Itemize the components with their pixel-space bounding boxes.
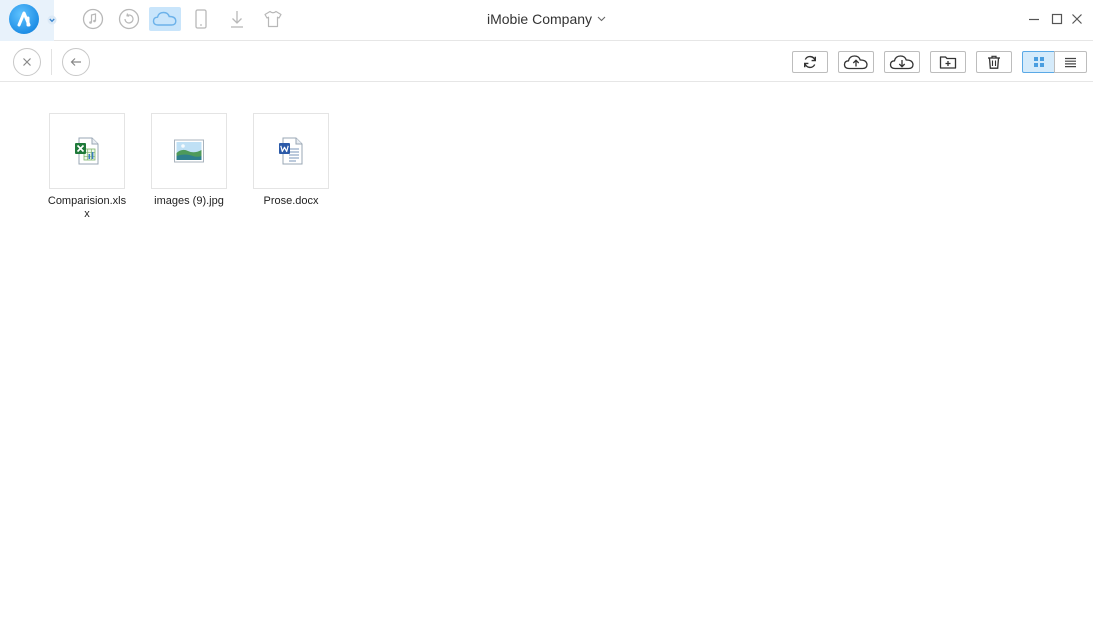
arrow-left-icon [70,58,81,66]
file-name: Comparision.xlsx [47,195,127,220]
close-icon [1072,14,1082,24]
anytrans-logo-icon[interactable] [9,4,39,34]
file-thumbnail[interactable] [253,113,329,189]
file-thumbnail[interactable] [49,113,125,189]
cloud-download-icon [889,55,914,70]
trash-icon [988,55,1000,69]
new-folder-icon [939,56,957,69]
back-button[interactable] [62,48,90,76]
upload-to-cloud-button[interactable] [838,51,874,73]
refresh-icon [804,55,816,69]
cloud-upload-icon [843,55,868,70]
grid-view-button[interactable] [1022,51,1055,73]
file-item[interactable]: Comparision.xlsx [47,113,127,221]
toolbar-divider [51,49,52,75]
word-file-icon [279,137,303,165]
delete-button[interactable] [976,51,1012,73]
new-folder-button[interactable] [930,51,966,73]
file-browser: Comparision.xlsx images (9).jpg Prose.do [0,82,1093,623]
file-item[interactable]: images (9).jpg [149,113,229,208]
restore-icon[interactable] [113,7,145,31]
file-thumbnail[interactable] [151,113,227,189]
app-logo-area[interactable] [0,0,57,41]
chevron-down-icon [597,16,606,22]
tshirt-icon[interactable] [257,7,289,31]
excel-file-icon [75,137,99,165]
cloud-icon[interactable] [149,7,181,31]
title-bar: iMobie Company [0,0,1093,41]
file-name: images (9).jpg [154,195,224,207]
list-view-button[interactable] [1054,51,1087,73]
file-item[interactable]: Prose.docx [251,113,331,208]
download-icon[interactable] [221,7,253,31]
minimize-icon [1029,18,1039,21]
window-title: iMobie Company [486,11,593,27]
account-selector[interactable]: iMobie Company [487,11,606,27]
file-name: Prose.docx [263,195,319,207]
app-menu-dropdown-icon[interactable] [46,13,58,27]
maximize-button[interactable] [1048,10,1066,28]
music-icon[interactable] [77,7,109,31]
list-icon [1065,57,1076,67]
cancel-button[interactable] [13,48,41,76]
phone-icon[interactable] [185,7,217,31]
minimize-button[interactable] [1025,10,1043,28]
x-icon [23,58,31,66]
close-window-button[interactable] [1068,10,1086,28]
refresh-button[interactable] [792,51,828,73]
download-from-cloud-button[interactable] [884,51,920,73]
image-file-icon [174,139,204,163]
toolbar [0,41,1093,82]
maximize-icon [1051,13,1063,25]
grid-icon [1033,57,1044,67]
